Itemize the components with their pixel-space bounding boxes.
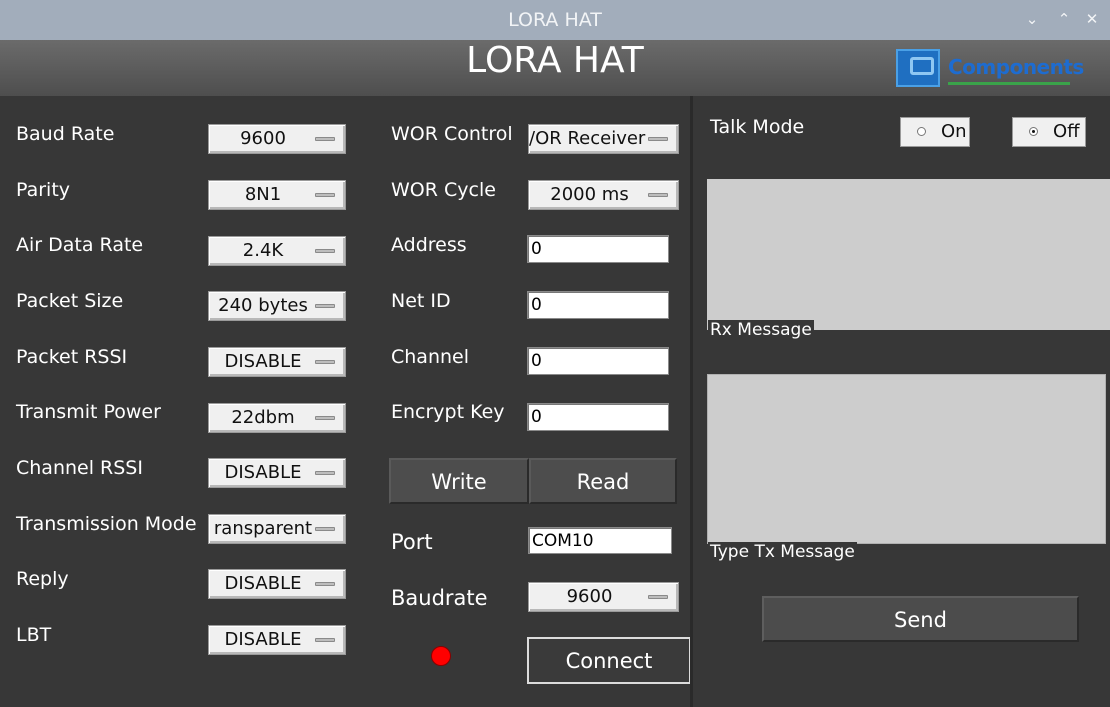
dropdown-indicator-icon (315, 527, 335, 531)
send-button[interactable]: Send (762, 596, 1079, 642)
dropdown-indicator-icon (315, 360, 335, 364)
lbt-select[interactable]: DISABLE (208, 625, 346, 655)
logo-mark-icon (896, 49, 940, 87)
dropdown-indicator-icon (315, 416, 335, 420)
wor-cycle-label: WOR Cycle (391, 179, 496, 201)
minimize-icon[interactable]: ⌄ (1022, 9, 1042, 29)
app-header: LORA HAT Components (0, 40, 1110, 96)
net-id-label: Net ID (391, 290, 451, 312)
dropdown-indicator-icon (315, 249, 335, 253)
channel-rssi-select[interactable]: DISABLE (208, 458, 346, 488)
rx-message-label: Rx Message (708, 320, 814, 340)
channel-rssi-label: Channel RSSI (16, 457, 143, 479)
transmit-power-select[interactable]: 22dbm (208, 403, 346, 433)
address-input[interactable]: 0 (527, 235, 669, 263)
panel-divider (690, 96, 693, 707)
baudrate-value: 9600 (566, 586, 613, 607)
encrypt-key-label: Encrypt Key (391, 401, 505, 423)
dropdown-indicator-icon (315, 471, 335, 475)
radio-unselected-icon (917, 127, 926, 136)
logo-underline (948, 82, 1070, 85)
close-icon[interactable]: ✕ (1082, 9, 1102, 29)
packet-size-label: Packet Size (16, 290, 124, 312)
transmission-mode-select[interactable]: ransparent (208, 514, 346, 544)
baudrate-select[interactable]: 9600 (528, 582, 679, 612)
transmission-mode-value: ransparent (213, 518, 313, 539)
air-data-rate-value: 2.4K (242, 240, 284, 261)
dropdown-indicator-icon (648, 595, 668, 599)
parity-value: 8N1 (244, 184, 282, 205)
air-data-rate-label: Air Data Rate (16, 234, 144, 256)
wor-cycle-select[interactable]: 2000 ms (528, 180, 679, 210)
connect-button[interactable]: Connect (527, 637, 691, 684)
maximize-icon[interactable]: ⌃ (1054, 9, 1074, 29)
dropdown-indicator-icon (315, 582, 335, 586)
port-input[interactable]: COM10 (528, 527, 672, 554)
reply-select[interactable]: DISABLE (208, 569, 346, 599)
wor-cycle-value: 2000 ms (550, 184, 629, 205)
packet-size-select[interactable]: 240 bytes (208, 291, 346, 321)
lbt-label: LBT (16, 624, 52, 646)
write-button[interactable]: Write (389, 458, 529, 504)
wor-control-label: WOR Control (391, 123, 513, 145)
radio-selected-icon (1029, 127, 1038, 136)
read-button[interactable]: Read (529, 458, 677, 504)
dropdown-indicator-icon (315, 638, 335, 642)
baud-rate-select[interactable]: 9600 (208, 124, 346, 154)
packet-rssi-label: Packet RSSI (16, 346, 128, 368)
baud-rate-value: 9600 (240, 128, 286, 149)
rx-message-area[interactable] (707, 179, 1110, 330)
address-label: Address (391, 234, 467, 256)
baud-rate-label: Baud Rate (16, 123, 115, 145)
channel-label: Channel (391, 346, 470, 368)
baudrate-label: Baudrate (391, 586, 488, 610)
window-title: LORA HAT (508, 9, 602, 31)
logo-text: Components (948, 55, 1084, 79)
window-titlebar: LORA HAT ⌄ ⌃ ✕ (0, 0, 1110, 40)
reply-value: DISABLE (224, 573, 302, 594)
port-label: Port (391, 530, 433, 554)
connection-status-indicator (431, 646, 451, 666)
wor-control-select[interactable]: /OR Receiver (528, 124, 679, 154)
dropdown-indicator-icon (648, 193, 668, 197)
channel-input[interactable]: 0 (527, 347, 669, 375)
transmit-power-label: Transmit Power (16, 401, 161, 423)
channel-rssi-value: DISABLE (224, 462, 302, 483)
net-id-input[interactable]: 0 (527, 291, 669, 319)
talk-mode-on-label: On (941, 121, 967, 142)
talk-mode-label: Talk Mode (710, 116, 805, 138)
parity-select[interactable]: 8N1 (208, 180, 346, 210)
dropdown-indicator-icon (315, 137, 335, 141)
lbt-value: DISABLE (224, 629, 302, 650)
packet-rssi-value: DISABLE (224, 351, 302, 372)
tx-message-input[interactable] (707, 374, 1106, 544)
dropdown-indicator-icon (315, 193, 335, 197)
transmit-power-value: 22dbm (231, 407, 295, 428)
talk-mode-off-radio[interactable]: Off (1012, 117, 1086, 147)
tx-message-label: Type Tx Message (708, 542, 857, 562)
talk-mode-on-radio[interactable]: On (900, 117, 970, 147)
packet-size-value: 240 bytes (218, 295, 308, 316)
air-data-rate-select[interactable]: 2.4K (208, 236, 346, 266)
dropdown-indicator-icon (648, 137, 668, 141)
wor-control-value: /OR Receiver (529, 128, 646, 149)
transmission-mode-label: Transmission Mode (16, 513, 197, 535)
dropdown-indicator-icon (315, 304, 335, 308)
talk-mode-off-label: Off (1053, 121, 1080, 142)
company-logo: Components (894, 47, 1084, 89)
parity-label: Parity (16, 179, 71, 201)
packet-rssi-select[interactable]: DISABLE (208, 347, 346, 377)
encrypt-key-input[interactable]: 0 (527, 403, 669, 431)
reply-label: Reply (16, 568, 69, 590)
